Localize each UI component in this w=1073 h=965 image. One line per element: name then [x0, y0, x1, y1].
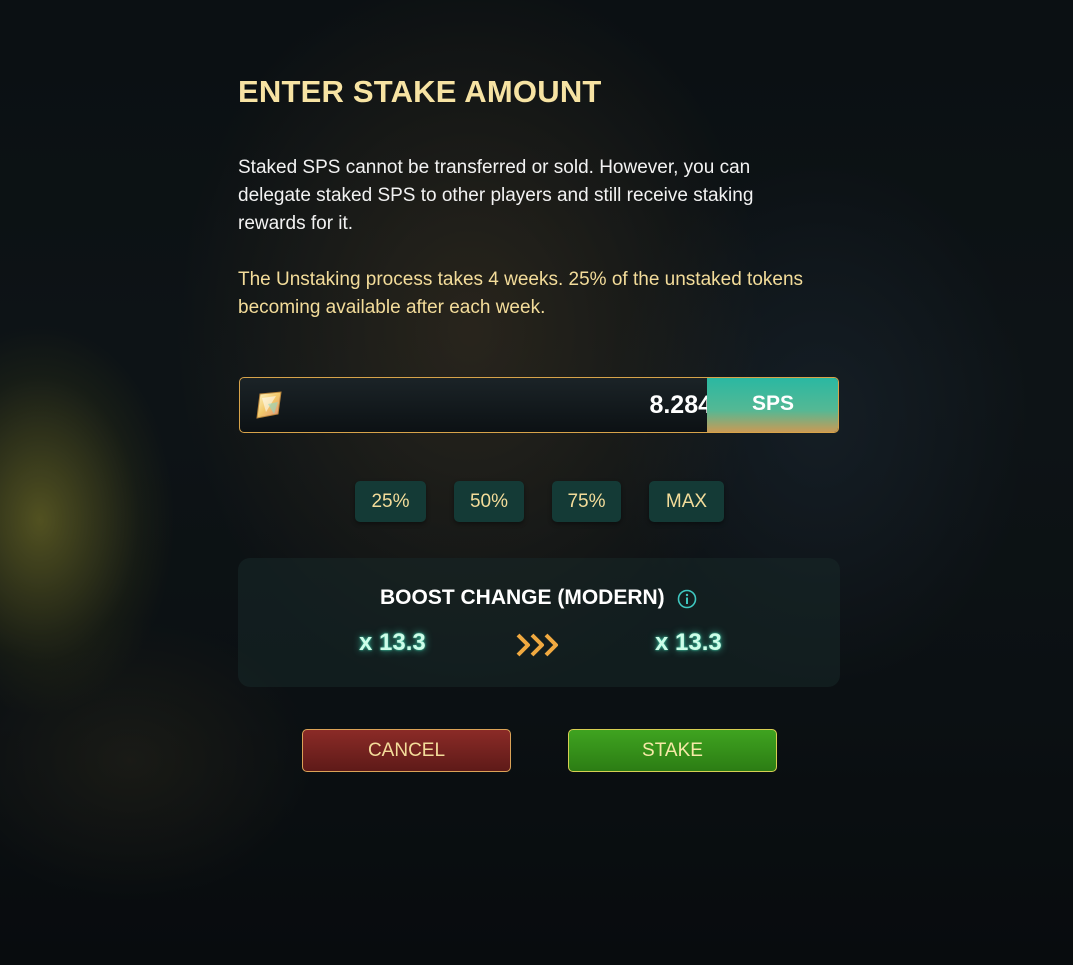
info-icon[interactable]	[677, 589, 697, 609]
boost-current-value: x 13.3	[359, 629, 426, 656]
percent-50-button[interactable]: 50%	[454, 481, 524, 522]
percent-25-button[interactable]: 25%	[355, 481, 426, 522]
boost-change-panel	[238, 558, 840, 687]
stake-button[interactable]: STAKE	[568, 729, 777, 772]
stake-dialog: ENTER STAKE AMOUNT Staked SPS cannot be …	[0, 0, 1073, 965]
stake-amount-input[interactable]	[300, 378, 712, 432]
staking-info-text: Staked SPS cannot be transferred or sold…	[238, 157, 754, 234]
cancel-button[interactable]: CANCEL	[302, 729, 511, 772]
currency-label: SPS	[707, 378, 838, 432]
boost-change-title: BOOST CHANGE (MODERN)	[380, 586, 665, 609]
stake-amount-field: SPS	[239, 377, 839, 433]
sps-token-icon	[256, 391, 282, 419]
triple-chevron-right-icon	[516, 633, 558, 657]
percent-75-button[interactable]: 75%	[552, 481, 621, 522]
max-button[interactable]: MAX	[649, 481, 724, 522]
dialog-title: ENTER STAKE AMOUNT	[238, 74, 602, 109]
unstaking-note: The Unstaking process takes 4 weeks. 25%…	[238, 269, 804, 318]
boost-new-value: x 13.3	[655, 629, 722, 656]
